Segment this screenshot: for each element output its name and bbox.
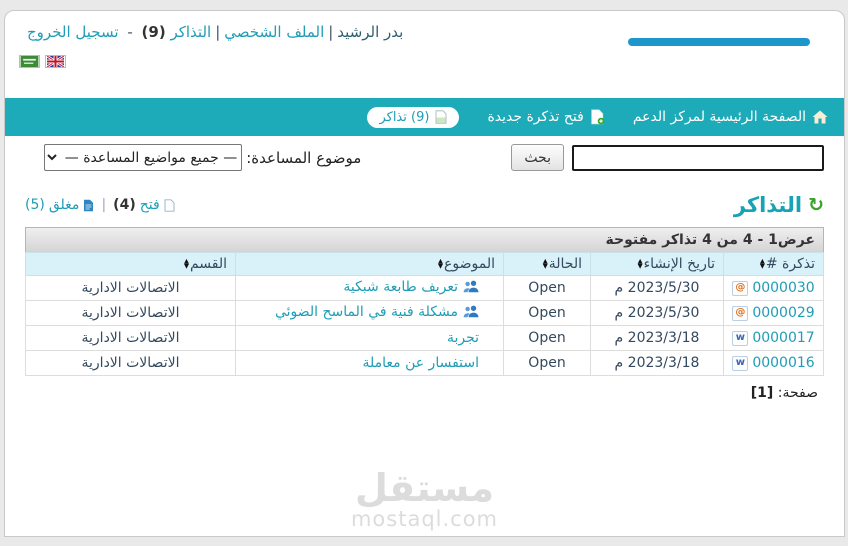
company-logo-redacted [628,38,810,46]
tickets-table: تذكرة # ▲ ▼ تاريخ الإنشاء ▲ ▼ الحالة ▲ ▼ الموض… [25,252,824,376]
ticket-number-link[interactable]: @0000030 [728,280,819,296]
status-cell: Open [503,350,591,376]
home-icon [812,110,828,124]
web-source-icon: w [732,355,749,371]
department-cell: الاتصالات الادارية [25,325,236,351]
ticket-number-link[interactable]: w 0000016 [728,355,819,371]
topic-select[interactable]: — جميع مواضيع المساعدة — [44,144,243,171]
created-date-cell: 2023/5/30 م [590,300,724,326]
ticket-subject-link[interactable]: استفسار عن معاملة [362,355,479,371]
table-row: @0000029 2023/5/30 م Open مشكلة فنية في … [25,300,824,326]
language-switcher [19,55,66,68]
nav-new-ticket-link[interactable]: فتح تذكرة جديدة [487,109,605,125]
sort-icon: ▲ ▼ [637,256,643,270]
logout-link[interactable]: تسجيل الخروج [27,23,119,41]
watermark-domain: mostaql.com [350,507,499,531]
ticket-number-link[interactable]: @0000029 [728,305,819,321]
email-source-icon: @ [732,280,749,296]
table-header-row: تذكرة # ▲ ▼ تاريخ الإنشاء ▲ ▼ الحالة ▲ ▼ الموض… [25,252,824,276]
ticket-number-link[interactable]: w 0000017 [728,330,819,346]
ticket-doc-icon [435,110,447,124]
topic-label: موضوع المساعدة: [246,148,362,167]
table-row: @0000030 2023/5/30 م Open تعريف طابعة شب… [25,275,824,301]
page-1-link[interactable]: [1] [751,385,774,401]
new-ticket-icon [590,109,605,125]
created-date-cell: 2023/5/30 م [590,275,724,301]
status-cell: Open [503,325,591,351]
sort-icon: ▲ ▼ [759,256,765,270]
closed-tickets-filter[interactable]: مغلق (5) [25,197,94,213]
profile-link[interactable]: الملف الشخصي [224,23,324,41]
ticket-filters: فتح (4) | مغلق (5) [25,197,175,213]
user-nav: بدر الرشيد|الملف الشخصي|التذاكر (9) - تس… [27,23,403,41]
nav-tickets-pill[interactable]: (9) تذاكر [367,106,460,128]
search-row: بحث موضوع المساعدة: — جميع مواضيع المساع… [25,144,824,171]
tickets-count: (9) [141,23,166,41]
search-button[interactable]: بحث [511,144,564,171]
main-navbar: الصفحة الرئيسية لمركز الدعم فتح تذكرة جد… [5,98,844,136]
column-ticket-id[interactable]: تذكرة # ▲ ▼ [723,252,824,276]
sort-icon: ▲ ▼ [542,256,548,270]
web-source-icon: w [732,330,749,346]
page-label: صفحة: [777,385,818,401]
collaborators-icon [463,280,479,293]
tickets-tbody: @0000030 2023/5/30 م Open تعريف طابعة شب… [25,275,824,376]
refresh-icon[interactable]: ↻ [808,195,824,215]
sort-icon: ▲ ▼ [438,256,444,270]
mostaql-watermark: مستقل mostaql.com [351,469,498,530]
tickets-heading-row: ↻ التذاكر فتح (4) | مغلق (5) [25,193,824,217]
tickets-table-wrap: عرض1 - 4 من 4 تذاكر مفتوحة تذكرة # ▲ ▼ تار… [25,227,824,376]
created-date-cell: 2023/3/18 م [590,350,724,376]
watermark-arabic-logo: مستقل [355,466,494,510]
pager: صفحة: [1] [31,385,818,401]
column-subject[interactable]: الموضوع ▲ ▼ [235,252,504,276]
created-date-cell: 2023/3/18 م [590,325,724,351]
department-cell: الاتصالات الادارية [25,275,236,301]
status-cell: Open [503,275,591,301]
column-department[interactable]: القسم ▲ ▼ [25,252,236,276]
ticket-subject-link[interactable]: تجربة [447,330,479,346]
nav-home-link[interactable]: الصفحة الرئيسية لمركز الدعم [633,109,828,125]
collaborators-icon [463,305,479,318]
sort-icon: ▲ ▼ [183,256,189,270]
search-input[interactable] [572,144,824,171]
separator: | [101,197,107,213]
saudi-flag-icon[interactable] [19,55,40,68]
tickets-title: التذاكر [733,193,803,217]
ticket-subject-link[interactable]: مشكلة فنية في الماسح الضوئي [275,304,479,320]
email-source-icon: @ [732,305,749,321]
department-cell: الاتصالات الادارية [25,350,236,376]
open-tickets-filter[interactable]: فتح (4) [113,197,175,213]
uk-flag-icon[interactable] [45,55,66,68]
username: بدر الرشيد [337,23,404,41]
separator: | [215,23,221,41]
tickets-title-group: ↻ التذاكر [734,193,824,217]
page-header: بدر الرشيد|الملف الشخصي|التذاكر (9) - تس… [5,11,844,98]
separator: | [328,23,334,41]
dash: - [127,23,133,41]
column-status[interactable]: الحالة ▲ ▼ [503,252,591,276]
column-created-date[interactable]: تاريخ الإنشاء ▲ ▼ [590,252,724,276]
table-row: w 0000016 2023/3/18 م Open استفسار عن معا… [25,350,824,376]
closed-doc-icon [83,199,94,212]
ticket-subject-link[interactable]: تعريف طابعة شبكية [343,279,479,295]
department-cell: الاتصالات الادارية [25,300,236,326]
open-doc-icon [164,198,175,212]
table-caption: عرض1 - 4 من 4 تذاكر مفتوحة [25,227,824,252]
main-card: بدر الرشيد|الملف الشخصي|التذاكر (9) - تس… [4,10,845,537]
status-cell: Open [503,300,591,326]
tickets-link[interactable]: التذاكر [170,23,211,41]
table-row: w 0000017 2023/3/18 م Open تجربة الاتصالا… [25,325,824,351]
